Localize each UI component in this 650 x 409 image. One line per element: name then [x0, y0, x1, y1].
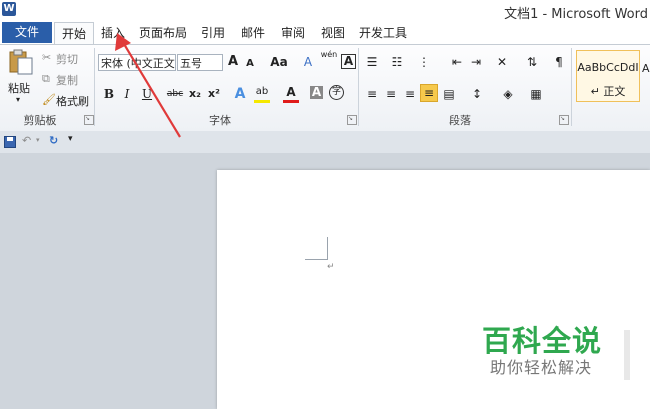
paste-button[interactable]: 粘贴 — [8, 80, 30, 96]
align-right-icon[interactable]: ≡ — [402, 86, 418, 102]
character-border-icon[interactable]: A — [341, 54, 356, 69]
decrease-indent-icon[interactable]: ⇤ — [449, 54, 465, 70]
distributed-icon[interactable]: ▤ — [441, 86, 457, 102]
borders-icon[interactable]: ▦ — [528, 86, 544, 102]
style-preview-text: AaBbCcDdI — [577, 61, 639, 74]
group-separator — [358, 48, 359, 126]
tab-review[interactable]: 审阅 — [276, 22, 310, 44]
undo-dropdown-icon[interactable]: ▾ — [36, 136, 40, 144]
grow-font-icon[interactable]: A — [225, 54, 241, 70]
clipboard-group-label: 剪贴板 — [23, 114, 57, 127]
increase-indent-icon[interactable]: ⇥ — [468, 54, 484, 70]
page-margin-corner-mark — [305, 237, 328, 260]
clipboard-dialog-launcher-icon[interactable]: ↘ — [84, 115, 94, 125]
highlight-icon[interactable]: ab — [254, 84, 270, 103]
customize-qat-icon[interactable]: ▾ — [68, 134, 73, 144]
shading-icon[interactable]: ◈ — [500, 86, 516, 102]
tab-view[interactable]: 视图 — [316, 22, 350, 44]
paste-icon[interactable] — [8, 48, 34, 76]
cut-icon[interactable]: ✂ — [42, 51, 51, 64]
bullets-icon[interactable]: ☰ — [364, 54, 380, 70]
save-icon[interactable] — [4, 136, 16, 148]
cut-button[interactable]: 剪切 — [56, 51, 78, 67]
group-separator — [571, 48, 572, 126]
tab-mailings[interactable]: 邮件 — [236, 22, 270, 44]
phonetic-guide-icon[interactable]: wén — [320, 50, 338, 66]
sort-icon[interactable]: ⇅ — [524, 54, 540, 70]
enclose-characters-icon[interactable]: 字 — [329, 85, 344, 100]
tab-developer[interactable]: 开发工具 — [356, 22, 410, 44]
justify-icon[interactable]: ≡ — [420, 84, 438, 102]
multilevel-list-icon[interactable]: ⋮ — [416, 54, 432, 70]
align-left-icon[interactable]: ≡ — [364, 86, 380, 102]
change-case-icon[interactable]: Aa — [268, 54, 290, 70]
undo-icon[interactable]: ↶ — [22, 134, 31, 147]
annotation-arrow-icon — [115, 33, 181, 138]
paste-dropdown-icon[interactable]: ▾ — [16, 95, 20, 104]
paragraph-dialog-launcher-icon[interactable]: ↘ — [559, 115, 569, 125]
style-normal[interactable]: AaBbCcDdI ↵ 正文 — [576, 50, 640, 102]
numbering-icon[interactable]: ☷ — [389, 54, 405, 70]
tab-file[interactable]: 文件 — [2, 22, 52, 43]
watermark-subtitle: 助你轻松解决 — [490, 358, 593, 377]
copy-icon[interactable]: ⧉ — [42, 72, 50, 86]
font-dialog-launcher-icon[interactable]: ↘ — [347, 115, 357, 125]
superscript-button[interactable]: x² — [205, 86, 223, 102]
show-formatting-marks-icon[interactable]: ¶ — [551, 54, 567, 70]
tab-home[interactable]: 开始 — [54, 22, 94, 44]
word-app-icon[interactable]: W — [2, 2, 16, 16]
tab-references[interactable]: 引用 — [196, 22, 230, 44]
line-spacing-icon[interactable]: ↕ — [469, 86, 485, 102]
copy-button[interactable]: 复制 — [56, 72, 78, 88]
clear-formatting-icon[interactable]: A — [300, 54, 316, 70]
font-color-icon[interactable]: A — [283, 84, 299, 103]
format-painter-icon[interactable]: 🖌 — [42, 93, 56, 106]
window-title: 文档1 - Microsoft Word — [504, 7, 648, 22]
shrink-font-icon[interactable]: A — [242, 56, 258, 72]
align-center-icon[interactable]: ≡ — [383, 86, 399, 102]
style-next-preview[interactable]: A — [642, 62, 650, 75]
character-shading-icon[interactable]: A — [310, 86, 323, 99]
redo-icon[interactable]: ↻ — [49, 134, 58, 147]
paragraph-mark: ↵ — [327, 262, 335, 272]
watermark-decoration — [624, 330, 630, 380]
paragraph-group-label: 段落 — [449, 114, 471, 127]
style-name-label: ↵ 正文 — [590, 85, 626, 98]
chinese-layout-icon[interactable]: ✕ — [494, 54, 510, 70]
format-painter-button[interactable]: 格式刷 — [56, 93, 89, 109]
text-effects-icon[interactable]: A — [232, 86, 248, 102]
